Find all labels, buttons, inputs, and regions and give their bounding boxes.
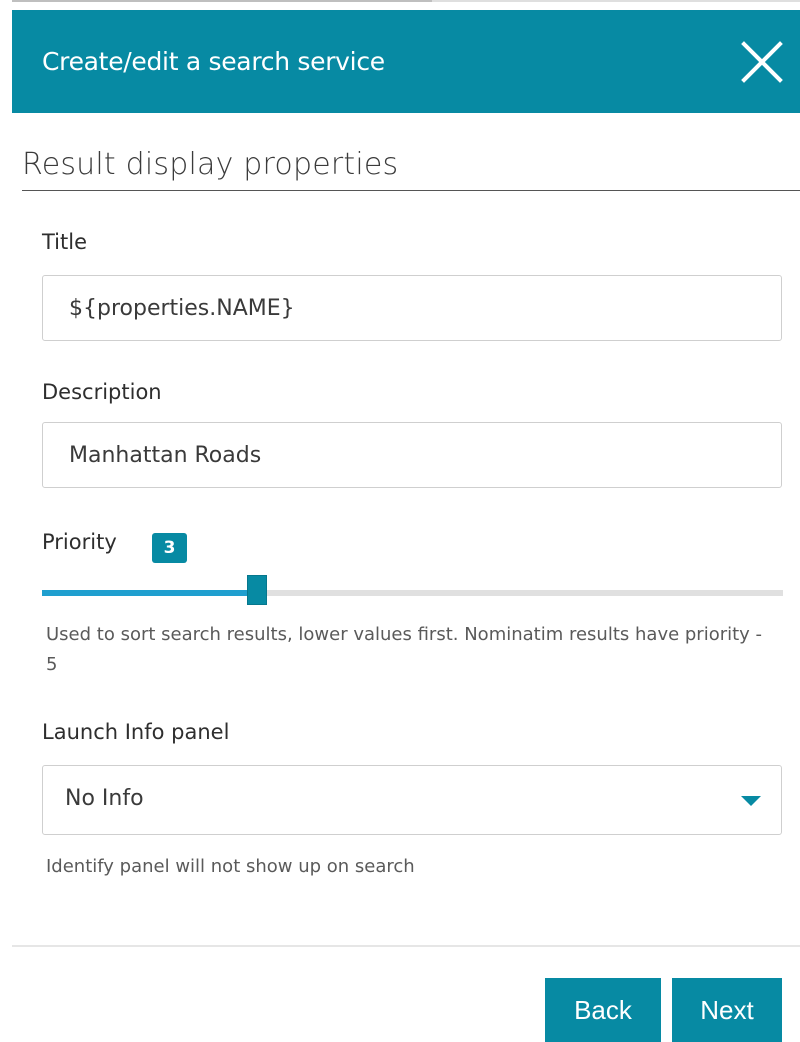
description-input[interactable] [42, 422, 782, 488]
close-icon[interactable] [740, 40, 784, 84]
dialog-header: Create/edit a search service [12, 10, 800, 113]
footer-divider [12, 945, 800, 947]
launch-info-panel-label: Launch Info panel [42, 720, 230, 744]
section-title: Result display properties [22, 147, 399, 182]
title-label: Title [42, 230, 88, 254]
description-label: Description [42, 380, 162, 404]
launch-info-panel-select[interactable]: No Info [42, 765, 782, 835]
priority-label: Priority [42, 530, 117, 554]
select-value: No Info [65, 786, 144, 811]
top-strip-line [432, 0, 800, 2]
priority-slider[interactable] [42, 575, 783, 605]
next-button[interactable]: Next [672, 978, 782, 1042]
slider-handle[interactable] [247, 575, 267, 605]
priority-help-text: Used to sort search results, lower value… [46, 624, 763, 675]
title-input[interactable] [42, 275, 782, 341]
launch-info-help-text: Identify panel will not show up on searc… [46, 856, 415, 877]
top-strip-line [12, 0, 432, 2]
priority-value-badge: 3 [152, 533, 187, 563]
dialog-title: Create/edit a search service [42, 47, 385, 76]
slider-fill [42, 590, 257, 596]
chevron-down-icon [741, 796, 761, 806]
section-divider [22, 190, 800, 191]
back-button[interactable]: Back [545, 978, 661, 1042]
top-strip [0, 0, 800, 10]
